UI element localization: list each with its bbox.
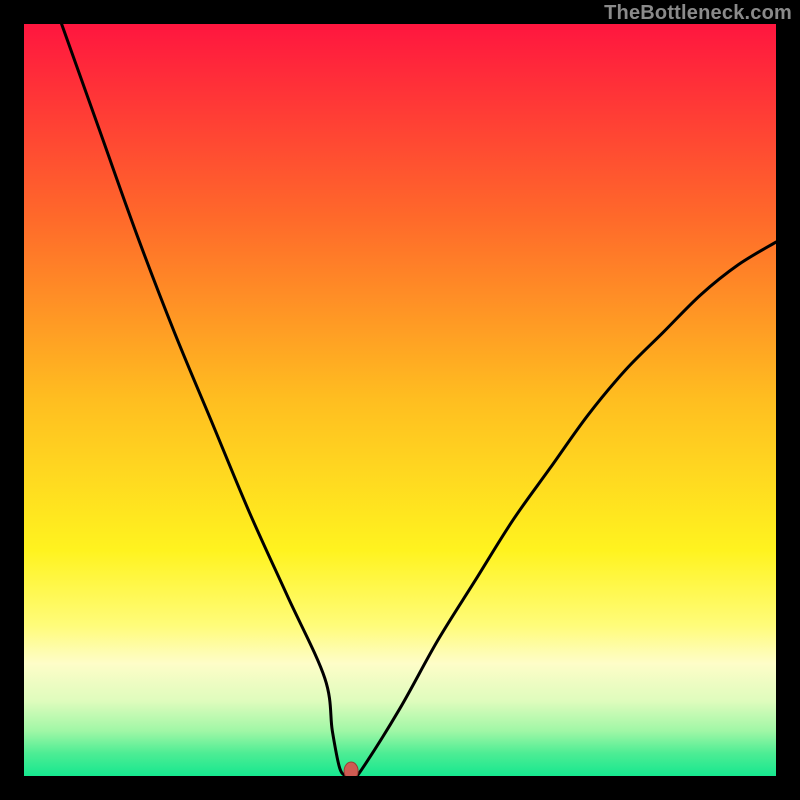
watermark-label: TheBottleneck.com [604,2,792,25]
gradient-background [24,24,776,776]
chart-svg [24,24,776,776]
optimum-marker [344,762,358,776]
chart-frame: TheBottleneck.com [0,0,800,800]
plot-area [24,24,776,776]
